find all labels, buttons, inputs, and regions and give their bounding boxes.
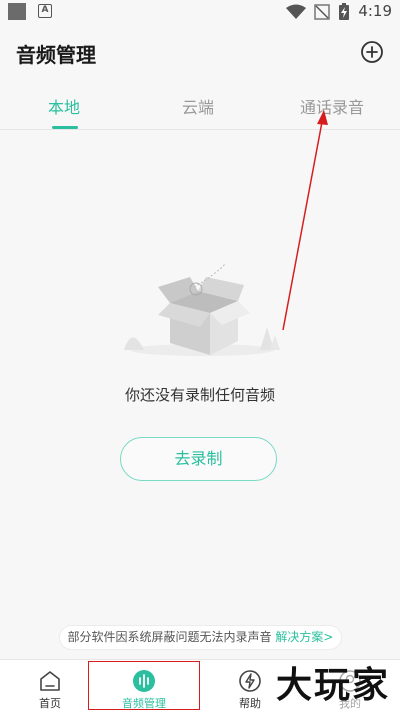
- go-record-button[interactable]: 去录制: [120, 437, 277, 481]
- plus-circle-icon[interactable]: [360, 40, 384, 64]
- system-notice: 部分软件因系统屏蔽问题无法内录声音 解决方案>: [60, 626, 341, 649]
- annotation-highlight-box: [88, 661, 200, 710]
- wifi-icon: [286, 4, 306, 19]
- home-icon: [40, 671, 60, 691]
- empty-box-icon: [124, 262, 280, 356]
- tab-call-recording[interactable]: 通话录音: [300, 94, 364, 118]
- nav-item-home[interactable]: 首页: [0, 660, 100, 711]
- battery-charging-icon: [339, 3, 349, 20]
- status-bar: A 4:19: [0, 0, 400, 24]
- notice-text: 部分软件因系统屏蔽问题无法内录声音: [67, 630, 272, 644]
- clock: 4:19: [358, 2, 392, 20]
- page-title: 音频管理: [16, 43, 96, 67]
- tab-local[interactable]: 本地: [48, 94, 80, 118]
- watermark-logo: 大玩家: [276, 664, 391, 708]
- help-icon: [239, 670, 261, 692]
- notification-badge: A: [38, 4, 52, 18]
- solution-link[interactable]: 解决方案>: [275, 630, 333, 644]
- tab-cloud[interactable]: 云端: [182, 94, 214, 118]
- no-signal-icon: [314, 4, 330, 20]
- tab-indicator: [52, 126, 78, 129]
- tab-bar: 本地 云端 通话录音: [0, 82, 400, 130]
- app-header: 音频管理: [0, 24, 400, 82]
- status-icons: [286, 3, 350, 21]
- app-notification-icon: [8, 3, 26, 20]
- nav-label-home: 首页: [39, 697, 61, 710]
- empty-message: 你还没有录制任何音频: [124, 386, 275, 404]
